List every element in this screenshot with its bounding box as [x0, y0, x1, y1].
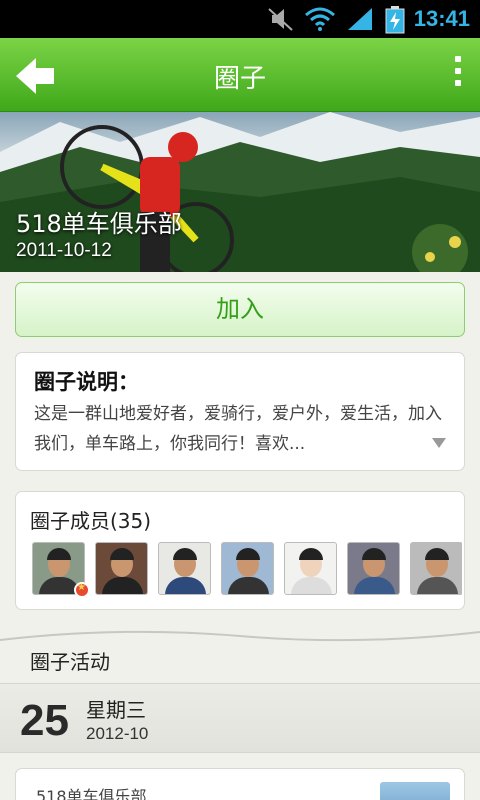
activity-heading: 圈子活动: [30, 650, 110, 674]
member-avatar[interactable]: [347, 542, 400, 595]
activity-weekday: 星期三: [86, 698, 146, 722]
member-avatar-list: [32, 542, 462, 598]
join-button[interactable]: 加入: [15, 282, 465, 337]
activity-day: 25: [20, 696, 69, 745]
wifi-icon: [305, 7, 335, 31]
action-bar: 圈子: [0, 38, 480, 112]
activity-date-row: 25 星期三 2012-10: [0, 683, 480, 753]
members-card[interactable]: 圈子成员(35): [15, 491, 465, 610]
members-heading: 圈子成员(35): [30, 509, 152, 533]
member-avatar[interactable]: [221, 542, 274, 595]
description-heading: 圈子说明：: [34, 370, 139, 394]
page-title: 圈子: [213, 64, 266, 94]
activity-item-title: 518单车俱乐部: [36, 787, 147, 800]
activity-section-header: 圈子活动: [0, 640, 480, 682]
status-bar: 13:41: [0, 0, 480, 38]
signal-icon: [348, 8, 372, 30]
activity-thumbnail: [380, 782, 450, 800]
overflow-menu-icon[interactable]: [450, 56, 466, 94]
club-banner: 518单车俱乐部 2011-10-12: [0, 112, 480, 272]
status-time: 13:41: [413, 6, 470, 31]
description-card[interactable]: 圈子说明： 这是一群山地爱好者，爱骑行，爱户外，爱生活，加入我们，单车路上，你我…: [15, 352, 465, 471]
club-created-date: 2011-10-12: [16, 240, 112, 261]
activity-year-month: 2012-10: [86, 724, 149, 743]
activity-item[interactable]: 518单车俱乐部: [15, 768, 465, 800]
description-text: 这是一群山地爱好者，爱骑行，爱户外，爱生活，加入我们，单车路上，你我同行！喜欢.…: [34, 404, 442, 454]
owner-badge-icon: [74, 582, 90, 598]
battery-icon: [385, 6, 405, 34]
member-avatar[interactable]: [284, 542, 337, 595]
member-avatar[interactable]: [158, 542, 211, 595]
member-avatar[interactable]: [95, 542, 148, 595]
member-avatar[interactable]: [410, 542, 462, 595]
mute-icon: [268, 8, 293, 31]
expand-arrow-icon[interactable]: [432, 438, 446, 448]
club-name: 518单车俱乐部: [16, 210, 182, 238]
